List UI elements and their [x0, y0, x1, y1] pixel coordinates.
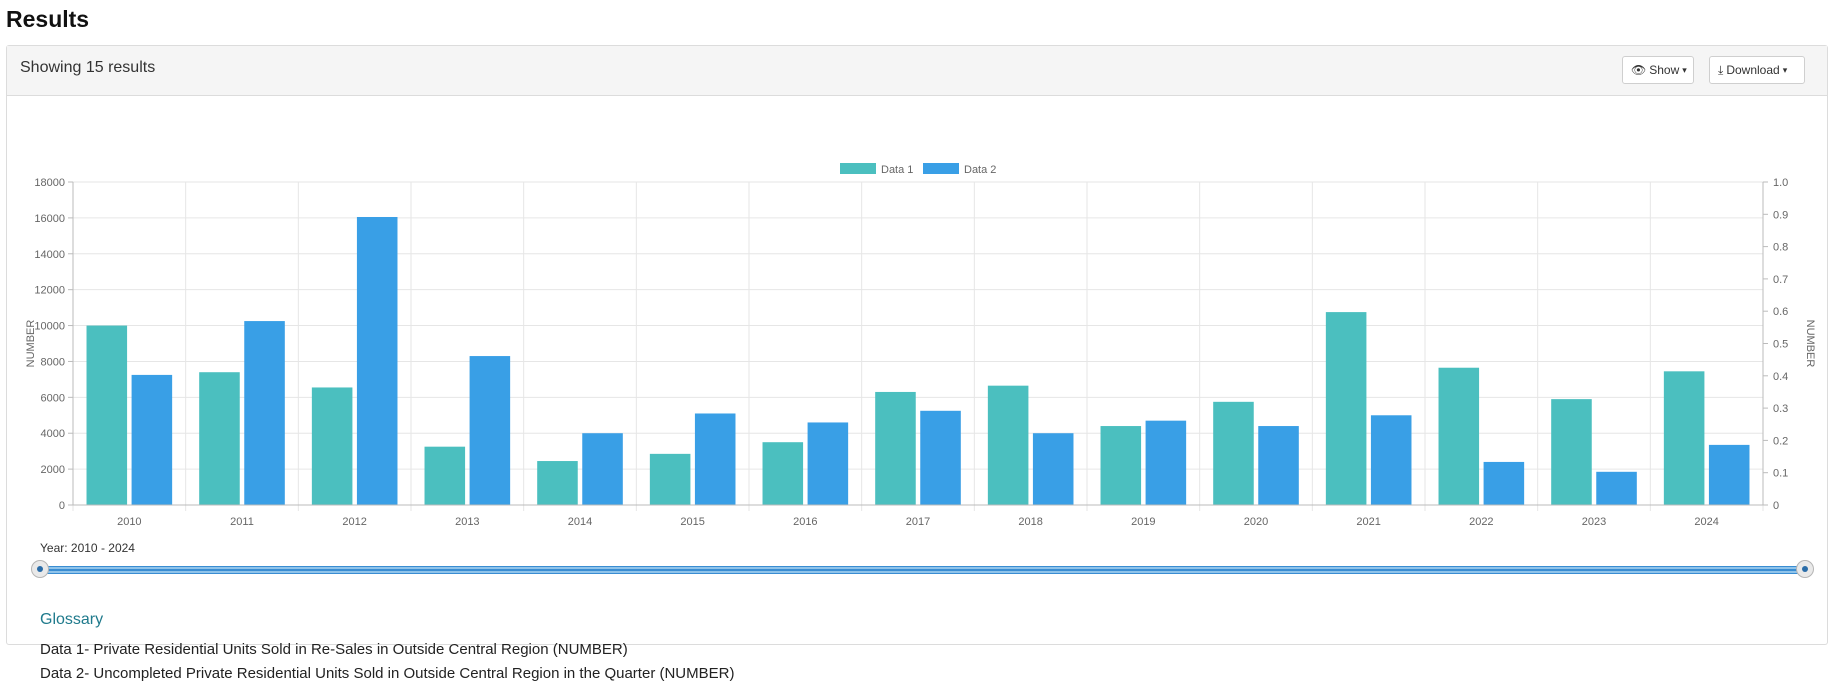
x-tick-label: 2015	[680, 516, 704, 528]
x-tick-label: 2023	[1582, 516, 1606, 528]
bar-chart: 0 2000 4000 6000 8000 10000 12000 14000 16000 180…	[25, 163, 1816, 528]
bar	[537, 461, 578, 505]
results-count: Showing 15 results	[20, 59, 156, 76]
glossary-item: Data 2- Uncompleted Private Residential …	[40, 665, 735, 682]
caret-down-icon: ▾	[1782, 64, 1788, 75]
panel-header: Showing 15 results 👁 Show ▾ ⤓ Download ▾	[7, 46, 1827, 96]
legend-swatch	[840, 163, 876, 174]
y-tick-label: 12000	[34, 285, 65, 297]
bar	[311, 387, 353, 505]
caret-down-icon: ▾	[1682, 64, 1687, 75]
bar	[1483, 461, 1525, 505]
y-axis-title: NUMBER	[25, 320, 37, 368]
bar	[424, 446, 466, 505]
y2-tick-label: 0.4	[1773, 371, 1788, 383]
x-tick-label: 2013	[455, 516, 479, 528]
x-tick-label: 2010	[117, 516, 141, 528]
bar	[86, 325, 128, 505]
page-title: Results	[6, 6, 90, 32]
bar	[356, 216, 398, 505]
bar	[131, 374, 173, 505]
bar	[649, 453, 691, 505]
y-tick-label: 18000	[34, 177, 65, 189]
legend-label: Data 2	[964, 164, 996, 176]
x-tick-label: 2012	[342, 516, 366, 528]
y-tick-label: 4000	[41, 428, 65, 440]
bar	[1596, 471, 1637, 505]
bar	[1708, 444, 1750, 505]
y2-tick-label: 1.0	[1773, 177, 1788, 189]
y-tick-label: 2000	[41, 464, 65, 476]
slider-handle-end[interactable]	[1796, 560, 1814, 578]
x-tick-label: 2019	[1131, 516, 1155, 528]
bar	[1100, 426, 1142, 505]
download-button-label: Download	[1726, 63, 1780, 77]
show-button-label: Show	[1649, 63, 1680, 77]
glossary-title: Glossary	[40, 611, 104, 628]
bar	[875, 391, 916, 505]
chart-area: 0 2000 4000 6000 8000 10000 12000 14000 16000 180…	[7, 95, 1827, 540]
y2-tick-label: 0.2	[1773, 435, 1788, 447]
bar	[1032, 433, 1074, 505]
bar	[199, 372, 240, 505]
y-tick-label: 14000	[34, 249, 65, 261]
x-tick-label: 2020	[1244, 516, 1268, 528]
chart-legend: Data 1 Data 2	[840, 163, 996, 176]
y2-tick-label: 0.8	[1773, 242, 1788, 254]
slider-handle-start[interactable]	[31, 560, 49, 578]
y-tick-label: 10000	[34, 321, 65, 333]
year-range-slider[interactable]	[40, 566, 1804, 574]
eye-icon: 👁	[1631, 63, 1647, 77]
y2-tick-label: 0.9	[1773, 209, 1788, 221]
y2-tick-label: 0.5	[1773, 339, 1788, 351]
y2-tick-label: 0	[1773, 500, 1779, 512]
y2-axis-title: NUMBER	[1804, 320, 1816, 368]
bar	[469, 356, 511, 505]
legend-swatch	[923, 163, 959, 174]
y2-tick-label: 0.3	[1773, 403, 1788, 415]
x-tick-label: 2017	[906, 516, 930, 528]
y-tick-label: 6000	[41, 392, 65, 404]
bar	[1370, 415, 1412, 505]
y-tick-label: 16000	[34, 213, 65, 225]
year-range-label: Year: 2010 - 2024	[40, 541, 135, 555]
x-tick-label: 2022	[1469, 516, 1493, 528]
bar	[1438, 367, 1480, 505]
bar	[1213, 401, 1254, 505]
bar	[582, 433, 623, 505]
download-icon: ⤓	[1718, 62, 1724, 77]
show-button[interactable]: 👁 Show ▾	[1622, 56, 1694, 84]
bar	[244, 321, 285, 505]
y2-tick-label: 0.6	[1773, 306, 1788, 318]
x-tick-label: 2011	[230, 516, 254, 528]
bar	[807, 422, 849, 505]
x-tick-label: 2021	[1356, 516, 1380, 528]
bar	[1258, 426, 1299, 505]
bar	[920, 410, 961, 505]
y-tick-label: 8000	[41, 356, 65, 368]
results-panel: Showing 15 results 👁 Show ▾ ⤓ Download ▾…	[6, 45, 1828, 682]
x-tick-label: 2018	[1018, 516, 1042, 528]
bar	[762, 442, 804, 505]
bar	[1145, 420, 1187, 505]
bar	[987, 385, 1029, 505]
bar	[1325, 312, 1367, 505]
x-tick-label: 2024	[1694, 516, 1718, 528]
y2-tick-label: 0.7	[1773, 274, 1788, 286]
y-tick-label: 0	[59, 500, 65, 512]
bar	[1551, 399, 1592, 505]
x-tick-label: 2016	[793, 516, 817, 528]
bar	[694, 413, 736, 505]
legend-label: Data 1	[881, 164, 913, 176]
x-tick-label: 2014	[568, 516, 592, 528]
y2-tick-label: 0.1	[1773, 468, 1788, 480]
bar	[1663, 371, 1705, 505]
glossary-item: Data 1- Private Residential Units Sold i…	[40, 641, 628, 658]
download-button[interactable]: ⤓ Download ▾	[1709, 56, 1805, 84]
